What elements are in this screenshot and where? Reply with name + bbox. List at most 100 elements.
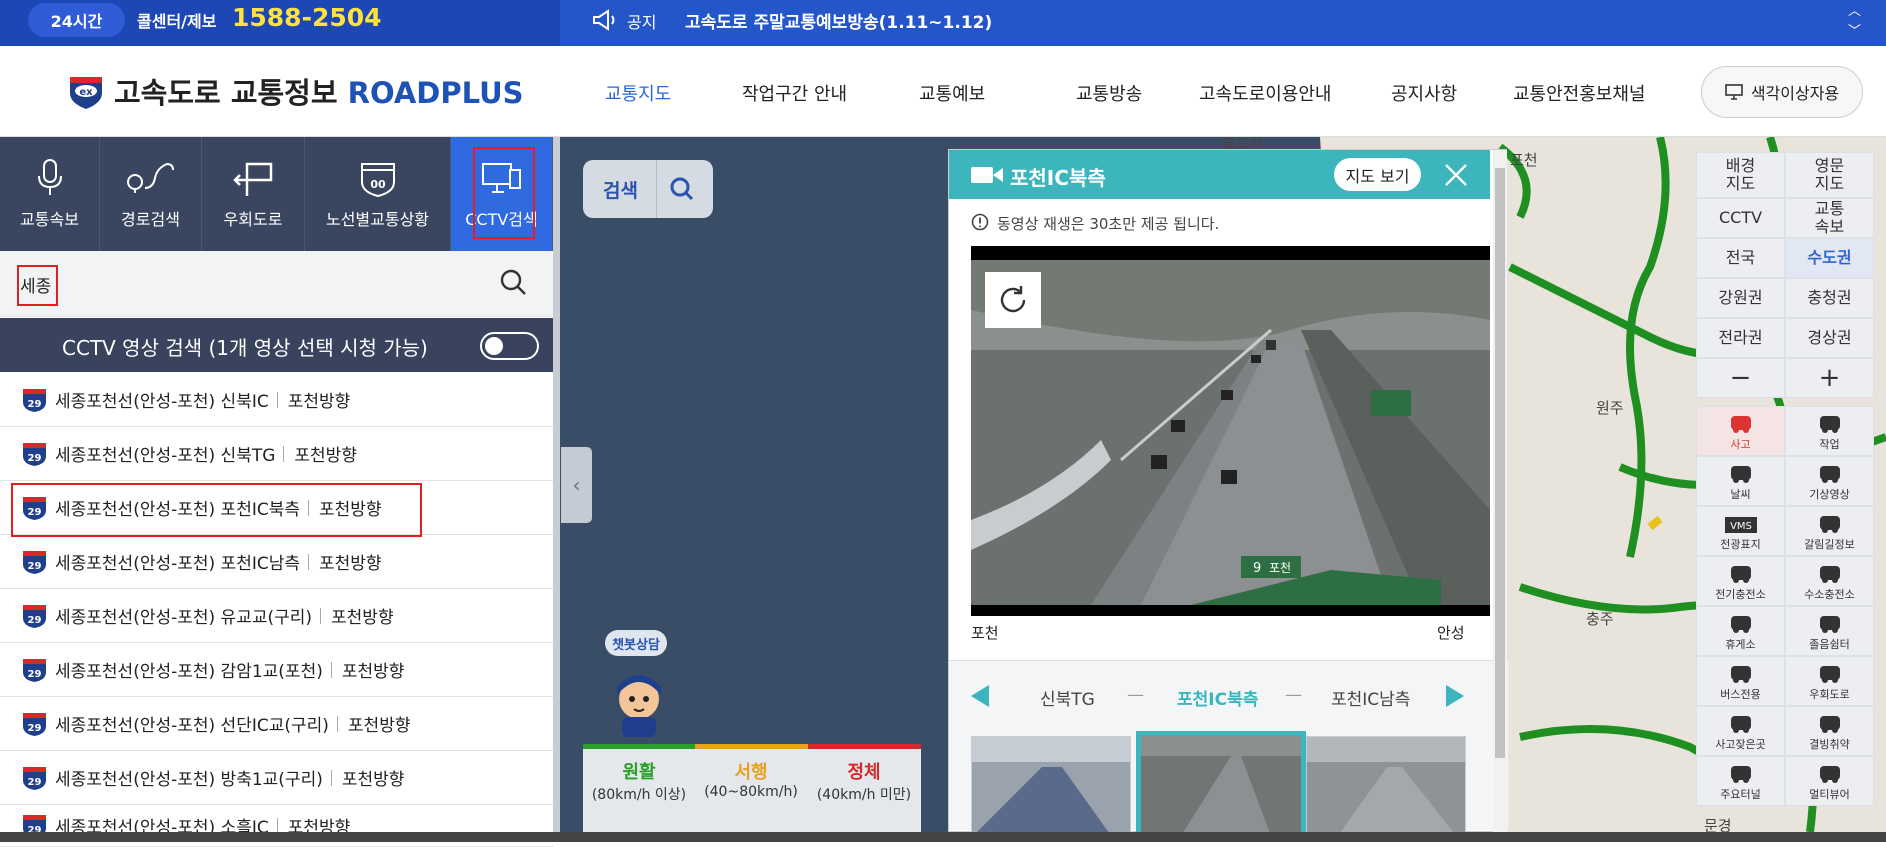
layer-toggle-6-1[interactable]: 결빙취약: [1785, 706, 1874, 756]
list-item[interactable]: 29 세종포천선(안성-포천) 선단IC교(구리) 포천방향: [0, 697, 553, 751]
layer-toggle-2-0[interactable]: VMS 전광표지: [1696, 506, 1785, 556]
list-highlight: [11, 483, 422, 537]
thumb-next[interactable]: [1306, 736, 1466, 836]
site-logo[interactable]: 고속도로 교통정보 ROADPLUS: [114, 70, 524, 112]
tab-traffic-news[interactable]: 교통속보: [0, 137, 100, 251]
layer-toggle-4-1[interactable]: 졸음쉼터: [1785, 606, 1874, 656]
search-icon[interactable]: [498, 267, 528, 297]
search-input[interactable]: 세종: [20, 272, 51, 297]
layer-toggle-4-0[interactable]: 휴게소: [1696, 606, 1785, 656]
search-row[interactable]: [0, 251, 553, 317]
nav-traffic-broadcast[interactable]: 교통방송: [1076, 80, 1142, 106]
layer-toggle-7-0[interactable]: 주요터널: [1696, 756, 1785, 806]
tab-cctv-search[interactable]: CCTV검색: [451, 137, 553, 251]
map-option-1-0[interactable]: CCTV: [1696, 198, 1785, 238]
map-option-4-1[interactable]: 경상권: [1785, 318, 1874, 358]
next-triangle-icon[interactable]: [1446, 685, 1464, 707]
layer-label: 사고잦은곳: [1715, 738, 1766, 751]
logo-brand: ROADPLUS: [347, 76, 524, 110]
layer-toggle-5-1[interactable]: 우회도로: [1785, 656, 1874, 706]
map-option-4-0[interactable]: 전라권: [1696, 318, 1785, 358]
search-icon[interactable]: [669, 176, 695, 202]
cctv-video-frame: 9 포천: [971, 260, 1490, 605]
nav-safety-channel[interactable]: 교통안전홍보채널: [1513, 80, 1645, 106]
reload-button[interactable]: [985, 272, 1041, 328]
divider: [308, 553, 310, 570]
chatbot-mascot-icon[interactable]: [604, 665, 674, 737]
map-option-1-1[interactable]: 교통 속보: [1785, 198, 1874, 238]
cctv-video-player[interactable]: 9 포천: [971, 246, 1490, 616]
legend-slow: 서행 (40~80km/h): [695, 744, 807, 814]
map-view-button[interactable]: 지도 보기: [1334, 158, 1421, 191]
panel-scrollbar[interactable]: [553, 137, 560, 832]
tab-label: 경로검색: [121, 210, 180, 229]
panel-collapse-button[interactable]: ‹: [561, 447, 592, 523]
colorblind-button[interactable]: 색각이상자용: [1701, 66, 1863, 118]
nav-traffic-map[interactable]: 교통지도: [605, 80, 671, 106]
map-option-3-1[interactable]: 충청권: [1785, 278, 1874, 318]
sign-text: 포천: [1269, 560, 1291, 575]
tab-route-status[interactable]: 00 노선별교통상황: [305, 137, 451, 251]
chevron-down-icon[interactable]: ﹀: [1848, 20, 1861, 39]
list-item[interactable]: 29 세종포천선(안성-포천) 유교교(구리) 포천방향: [0, 589, 553, 643]
callcenter-label: 콜센터/제보: [137, 12, 217, 31]
list-item[interactable]: 29 세종포천선(안성-포천) 포천IC남측 포천방향: [0, 535, 553, 589]
legend-slow-range: (40~80km/h): [704, 784, 798, 800]
layer-toggle-7-1[interactable]: 멀티뷰어: [1785, 756, 1874, 806]
map-option-0-1[interactable]: 영문 지도: [1785, 152, 1874, 198]
popup-scroll-thumb[interactable]: [1495, 168, 1505, 758]
nav-prev-label[interactable]: 신북TG: [1040, 685, 1095, 710]
cctv-popup: 포천IC북측 지도 보기 동영상 재생은 30초만 제공 됩니다. 9 포천 포…: [948, 149, 1508, 841]
route-shield-icon: 29: [23, 712, 46, 736]
layer-toggle-1-1[interactable]: 기상영상: [1785, 456, 1874, 506]
cctv-multi-toggle[interactable]: [480, 332, 539, 360]
map-option-0-0[interactable]: 배경 지도: [1696, 152, 1785, 198]
map-option-2-0[interactable]: 전국: [1696, 238, 1785, 278]
popup-title: 포천IC북측: [1010, 166, 1106, 190]
tab-route-search[interactable]: 경로검색: [100, 137, 202, 251]
nav-notices[interactable]: 공지사항: [1391, 80, 1457, 106]
close-icon[interactable]: [1444, 163, 1468, 187]
callcenter-phone[interactable]: 1588-2504: [232, 3, 382, 32]
layer-label: 버스전용: [1720, 688, 1761, 701]
thumb-current[interactable]: [1136, 731, 1306, 841]
notice-text[interactable]: 고속도로 주말교통예보방송(1.11~1.12): [685, 8, 992, 33]
nav-traffic-forecast[interactable]: 교통예보: [919, 80, 985, 106]
reload-icon: [1000, 286, 1026, 313]
ex-logo-icon[interactable]: ex: [66, 71, 106, 111]
layer-label: 멀티뷰어: [1809, 788, 1850, 801]
popup-scrollbar[interactable]: [1493, 150, 1507, 832]
layer-toggle-0-0[interactable]: 사고: [1696, 406, 1785, 456]
nav-work-zones[interactable]: 작업구간 안내: [742, 80, 847, 106]
video-camera-icon: [971, 167, 1003, 183]
video-scene: 9 포천: [971, 260, 1490, 605]
tab-detour[interactable]: 우회도로: [202, 137, 305, 251]
layer-toggle-3-0[interactable]: 전기충전소: [1696, 556, 1785, 606]
list-item[interactable]: 29 세종포천선(안성-포천) 감암1교(포천) 포천방향: [0, 643, 553, 697]
layer-toggle-2-1[interactable]: 갈림길정보: [1785, 506, 1874, 556]
traffic-legend: 원활 (80km/h 이상) 서행 (40~80km/h) 정체 (40km/h 미만…: [583, 744, 921, 832]
prev-triangle-icon[interactable]: [971, 685, 989, 707]
layer-toggle-1-0[interactable]: 날씨: [1696, 456, 1785, 506]
layer-toggle-0-1[interactable]: 작업: [1785, 406, 1874, 456]
layer-toggle-3-1[interactable]: 수소충전소: [1785, 556, 1874, 606]
list-item[interactable]: 29 세종포천선(안성-포천) 신북TG 포천방향: [0, 427, 553, 481]
zoom-out-button[interactable]: −: [1696, 358, 1785, 398]
legend-slow-name: 서행: [734, 762, 768, 783]
chevron-up-icon[interactable]: ︿: [1848, 0, 1861, 19]
top-bar: 24시간 콜센터/제보 1588-2504 공지 고속도로 주말교통예보방송(1…: [0, 0, 1886, 46]
map-option-2-1[interactable]: 수도권: [1785, 238, 1874, 278]
nav-next-label[interactable]: 포천IC남측: [1331, 685, 1410, 710]
layer-toggle-6-0[interactable]: 사고잦은곳: [1696, 706, 1785, 756]
chevron-left-icon: ‹: [572, 473, 581, 497]
thumb-prev[interactable]: [971, 736, 1131, 836]
chatbot-bubble[interactable]: 챗봇상담: [605, 630, 667, 656]
zoom-in-button[interactable]: +: [1785, 358, 1874, 398]
list-item[interactable]: 29 세종포천선(안성-포천) 신북IC 포천방향: [0, 373, 553, 427]
layer-toggle-5-0[interactable]: 버스전용: [1696, 656, 1785, 706]
list-item[interactable]: 29 세종포천선(안성-포천) 방축1교(구리) 포천방향: [0, 751, 553, 805]
nav-highway-guide[interactable]: 고속도로이용안내: [1199, 80, 1331, 106]
map-search-box[interactable]: 검색: [583, 160, 713, 218]
map-option-3-0[interactable]: 강원권: [1696, 278, 1785, 318]
tab-label: 교통속보: [20, 210, 79, 229]
